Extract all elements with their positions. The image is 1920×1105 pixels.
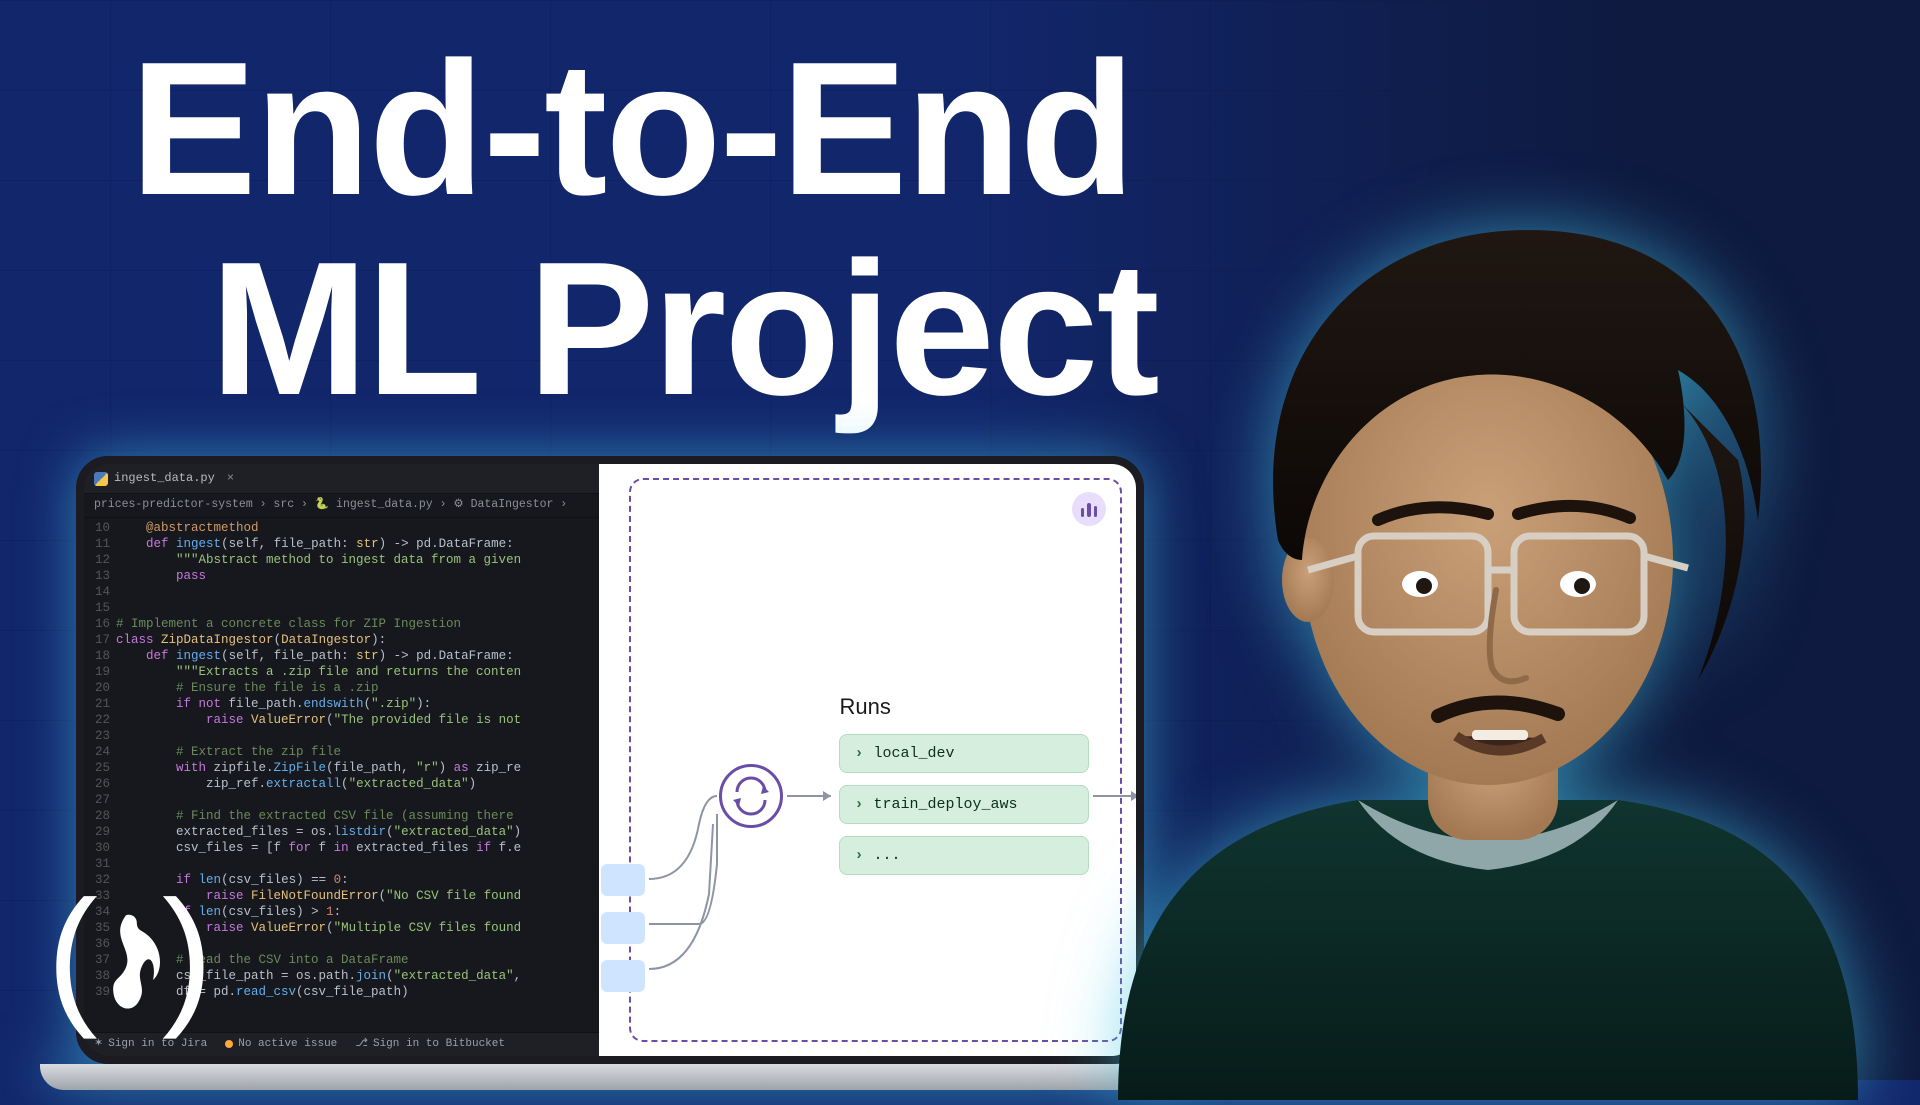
runs-title: Runs	[839, 694, 1089, 720]
laptop-base	[40, 1064, 1180, 1090]
chevron-right-icon: ›	[854, 745, 863, 762]
thumbnail-title: End-to-End ML Project	[130, 30, 1158, 429]
svg-text:(: (	[47, 872, 98, 1040]
runs-panel: Runs ›local_dev ›train_deploy_aws ›...	[839, 694, 1089, 887]
run-item[interactable]: ›local_dev	[839, 734, 1089, 773]
title-line2: ML Project	[210, 230, 1158, 430]
chevron-right-icon: ›	[854, 796, 863, 813]
editor-tab[interactable]: ingest_data.py ×	[84, 464, 599, 494]
chevron-right-icon: ›	[854, 847, 863, 864]
editor-filename: ingest_data.py	[114, 471, 215, 486]
presenter-photo	[1058, 160, 1908, 1100]
laptop-screen: ingest_data.py × prices-predictor-system…	[76, 456, 1144, 1064]
freecodecamp-logo: ( )	[36, 872, 216, 1052]
run-item[interactable]: ›train_deploy_aws	[839, 785, 1089, 824]
laptop: ingest_data.py × prices-predictor-system…	[70, 450, 1150, 1090]
breadcrumb[interactable]: prices-predictor-system › src › 🐍 ingest…	[84, 494, 599, 518]
pipeline-diagram: Runs ›local_dev ›train_deploy_aws ›...	[599, 464, 1136, 1056]
svg-text:): )	[162, 872, 213, 1040]
status-issue[interactable]: No active issue	[225, 1037, 337, 1051]
python-icon	[94, 472, 108, 486]
close-icon[interactable]: ×	[227, 471, 234, 486]
title-line1: End-to-End	[130, 30, 1158, 230]
run-item[interactable]: ›...	[839, 836, 1089, 875]
status-bitbucket[interactable]: ⎇ Sign in to Bitbucket	[355, 1037, 505, 1051]
